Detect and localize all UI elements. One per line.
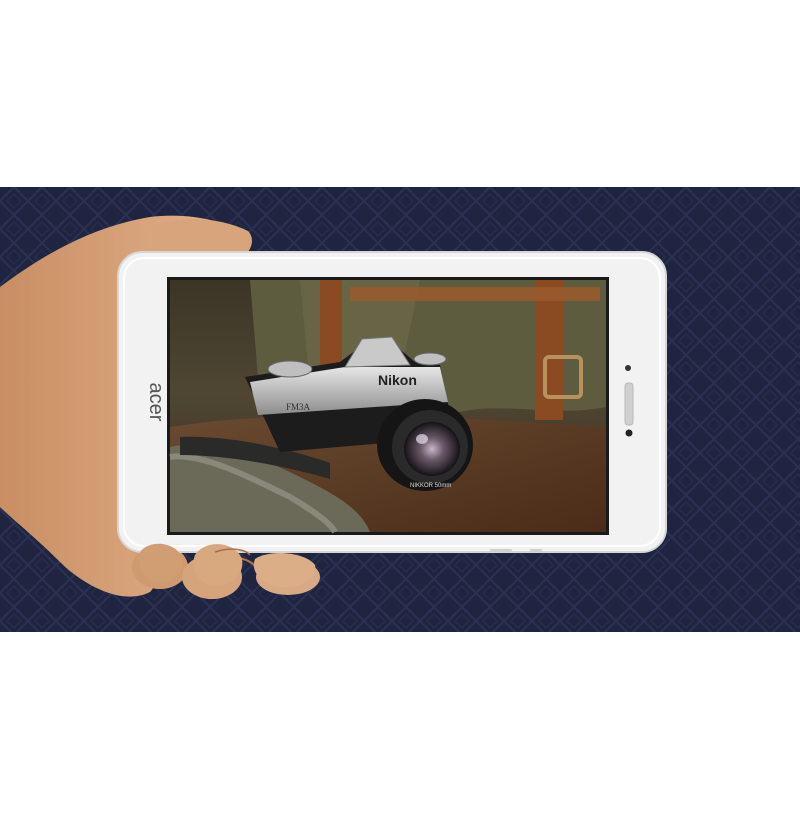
light-sensor-icon — [625, 365, 631, 371]
speaker-grille — [624, 382, 634, 426]
photo-band: Nikon FM3A NIKKOR 50mm acer — [0, 187, 800, 632]
power-button — [530, 549, 542, 552]
camera-model-text: FM3A — [286, 402, 311, 412]
camera-brand-text: Nikon — [378, 372, 417, 388]
volume-button — [490, 549, 512, 552]
acer-logo: acer — [145, 383, 167, 422]
tablet: Nikon FM3A NIKKOR 50mm acer — [117, 251, 667, 553]
scene: Nikon FM3A NIKKOR 50mm acer — [0, 0, 800, 820]
front-camera-icon — [625, 429, 633, 437]
photo-svg: Nikon FM3A NIKKOR 50mm acer — [0, 187, 800, 632]
lens-text: NIKKOR 50mm — [410, 483, 451, 489]
